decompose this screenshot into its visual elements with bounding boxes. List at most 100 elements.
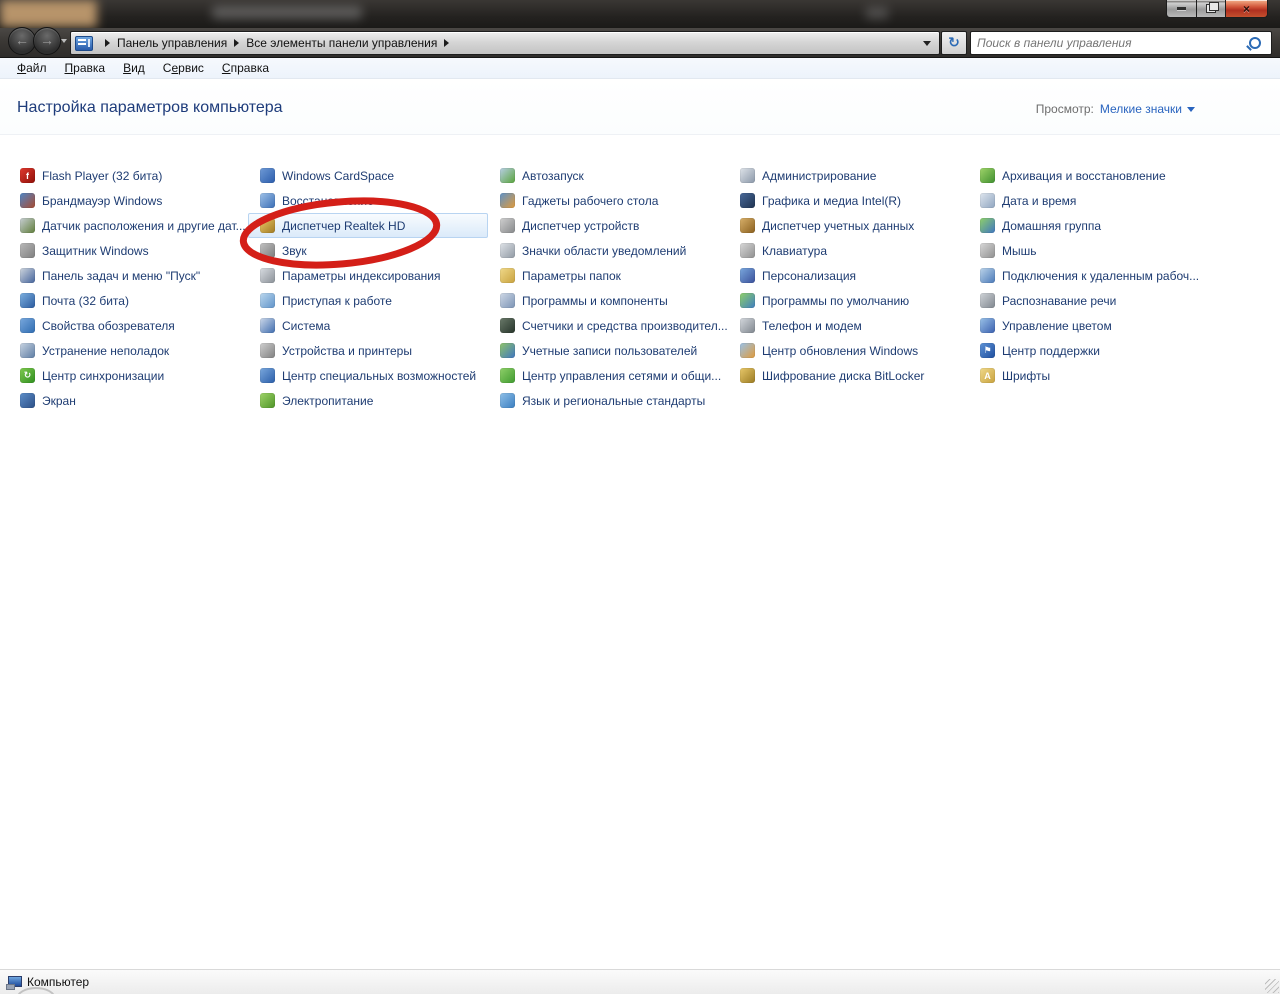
item-personalization[interactable]: Персонализация xyxy=(740,263,980,288)
breadcrumb-arrow-icon[interactable] xyxy=(105,39,110,47)
item-speech-recognition[interactable]: Распознавание речи xyxy=(980,288,1220,313)
item-fonts[interactable]: AШрифты xyxy=(980,363,1220,388)
item-getting-started[interactable]: Приступая к работе xyxy=(260,288,500,313)
menu-tools[interactable]: Сервис xyxy=(154,59,213,77)
taskbar-icon xyxy=(20,268,35,283)
restore-button[interactable] xyxy=(1197,0,1225,18)
homegroup-house-icon xyxy=(980,218,995,233)
close-button[interactable]: × xyxy=(1225,0,1268,18)
refresh-button[interactable]: ↻ xyxy=(941,31,967,55)
remote-desktop-monitor-icon xyxy=(980,268,995,283)
item-realtek-hd-manager[interactable]: Диспетчер Realtek HD xyxy=(248,213,488,238)
item-location-sensors[interactable]: Датчик расположения и другие дат... xyxy=(20,213,260,238)
back-button[interactable]: ← xyxy=(8,27,36,55)
item-device-manager[interactable]: Диспетчер устройств xyxy=(500,213,740,238)
item-backup-restore[interactable]: Архивация и восстановление xyxy=(980,163,1220,188)
search-input[interactable] xyxy=(971,36,1249,50)
microphone-icon xyxy=(980,293,995,308)
item-windows-defender[interactable]: Защитник Windows xyxy=(20,238,260,263)
address-bar-row: ← → Панель управления Все элементы панел… xyxy=(0,28,1280,58)
item-folder-options[interactable]: Параметры папок xyxy=(500,263,740,288)
item-homegroup[interactable]: Домашняя группа xyxy=(980,213,1220,238)
item-label: Windows CardSpace xyxy=(282,169,394,183)
item-credential-manager[interactable]: Диспетчер учетных данных xyxy=(740,213,980,238)
item-desktop-gadgets[interactable]: Гаджеты рабочего стола xyxy=(500,188,740,213)
item-label: Звук xyxy=(282,244,307,258)
item-network-sharing[interactable]: Центр управления сетями и общи... xyxy=(500,363,740,388)
address-bar[interactable]: Панель управления Все элементы панели уп… xyxy=(70,31,940,55)
item-label: Программы и компоненты xyxy=(522,294,668,308)
item-windows-firewall[interactable]: Брандмауэр Windows xyxy=(20,188,260,213)
breadcrumb-arrow-icon[interactable] xyxy=(234,39,239,47)
search-box[interactable] xyxy=(970,31,1272,55)
item-date-time[interactable]: Дата и время xyxy=(980,188,1220,213)
item-intel-graphics[interactable]: Графика и медиа Intel(R) xyxy=(740,188,980,213)
recent-pages-dropdown-icon[interactable] xyxy=(61,39,67,43)
item-internet-options[interactable]: Свойства обозревателя xyxy=(20,313,260,338)
item-keyboard[interactable]: Клавиатура xyxy=(740,238,980,263)
view-by-link[interactable]: Мелкие значки xyxy=(1100,102,1195,116)
breadcrumb-control-panel[interactable]: Панель управления xyxy=(117,36,227,50)
folder-icon xyxy=(500,268,515,283)
item-notification-icons[interactable]: Значки области уведомлений xyxy=(500,238,740,263)
item-programs-features[interactable]: Программы и компоненты xyxy=(500,288,740,313)
default-programs-globe-icon xyxy=(740,293,755,308)
item-sync-center[interactable]: ↻Центр синхронизации xyxy=(20,363,260,388)
item-label: Панель задач и меню "Пуск" xyxy=(42,269,200,283)
item-default-programs[interactable]: Программы по умолчанию xyxy=(740,288,980,313)
defender-castle-icon xyxy=(20,243,35,258)
item-windows-update[interactable]: Центр обновления Windows xyxy=(740,338,980,363)
item-label: Почта (32 бита) xyxy=(42,294,129,308)
item-label: Система xyxy=(282,319,330,333)
menu-view[interactable]: Вид xyxy=(114,59,154,77)
item-label: Диспетчер устройств xyxy=(522,219,639,233)
item-recovery[interactable]: Восстановление xyxy=(260,188,500,213)
item-label: Автозапуск xyxy=(522,169,584,183)
item-windows-cardspace[interactable]: Windows CardSpace xyxy=(260,163,500,188)
resize-grip[interactable] xyxy=(1265,979,1279,993)
breadcrumb-arrow-icon[interactable] xyxy=(444,39,449,47)
item-system[interactable]: Система xyxy=(260,313,500,338)
item-mouse[interactable]: Мышь xyxy=(980,238,1220,263)
item-label: Телефон и модем xyxy=(762,319,862,333)
phone-icon xyxy=(740,318,755,333)
item-label: Диспетчер Realtek HD xyxy=(282,219,405,233)
item-devices-printers[interactable]: Устройства и принтеры xyxy=(260,338,500,363)
item-remote-desktop[interactable]: Подключения к удаленным рабоч... xyxy=(980,263,1220,288)
search-icon[interactable] xyxy=(1249,37,1261,49)
menu-edit[interactable]: Правка xyxy=(56,59,115,77)
menu-file[interactable]: Файл xyxy=(8,59,56,77)
item-user-accounts[interactable]: Учетные записи пользователей xyxy=(500,338,740,363)
breadcrumb-all-items[interactable]: Все элементы панели управления xyxy=(246,36,437,50)
item-mail[interactable]: Почта (32 бита) xyxy=(20,288,260,313)
items-grid: fFlash Player (32 бита)Брандмауэр Window… xyxy=(20,163,1220,413)
minimize-button[interactable] xyxy=(1166,0,1197,18)
item-ease-of-access[interactable]: Центр специальных возможностей xyxy=(260,363,500,388)
item-action-center[interactable]: ⚑Центр поддержки xyxy=(980,338,1220,363)
item-color-management[interactable]: Управление цветом xyxy=(980,313,1220,338)
item-phone-modem[interactable]: Телефон и модем xyxy=(740,313,980,338)
view-by-value: Мелкие значки xyxy=(1100,102,1182,116)
item-troubleshooting[interactable]: Устранение неполадок xyxy=(20,338,260,363)
title-bar: × xyxy=(0,0,1280,28)
item-sound[interactable]: Звук xyxy=(260,238,500,263)
item-autoplay[interactable]: Автозапуск xyxy=(500,163,740,188)
forward-button[interactable]: → xyxy=(33,27,61,55)
item-flash-player[interactable]: fFlash Player (32 бита) xyxy=(20,163,260,188)
item-region-language[interactable]: Язык и региональные стандарты xyxy=(500,388,740,413)
view-by-control: Просмотр: Мелкие значки xyxy=(1036,102,1195,116)
item-label: Архивация и восстановление xyxy=(1002,169,1166,183)
item-power-options[interactable]: Электропитание xyxy=(260,388,500,413)
blurred-region xyxy=(0,0,97,27)
item-label: Параметры индексирования xyxy=(282,269,440,283)
item-indexing-options[interactable]: Параметры индексирования xyxy=(260,263,500,288)
item-taskbar-start-menu[interactable]: Панель задач и меню "Пуск" xyxy=(20,263,260,288)
item-performance-tools[interactable]: Счетчики и средства производител... xyxy=(500,313,740,338)
bitlocker-lock-icon xyxy=(740,368,755,383)
admin-tools-icon xyxy=(740,168,755,183)
menu-help[interactable]: Справка xyxy=(213,59,278,77)
address-dropdown-icon[interactable] xyxy=(923,41,931,46)
item-display[interactable]: Экран xyxy=(20,388,260,413)
item-administrative-tools[interactable]: Администрирование xyxy=(740,163,980,188)
item-bitlocker[interactable]: Шифрование диска BitLocker xyxy=(740,363,980,388)
